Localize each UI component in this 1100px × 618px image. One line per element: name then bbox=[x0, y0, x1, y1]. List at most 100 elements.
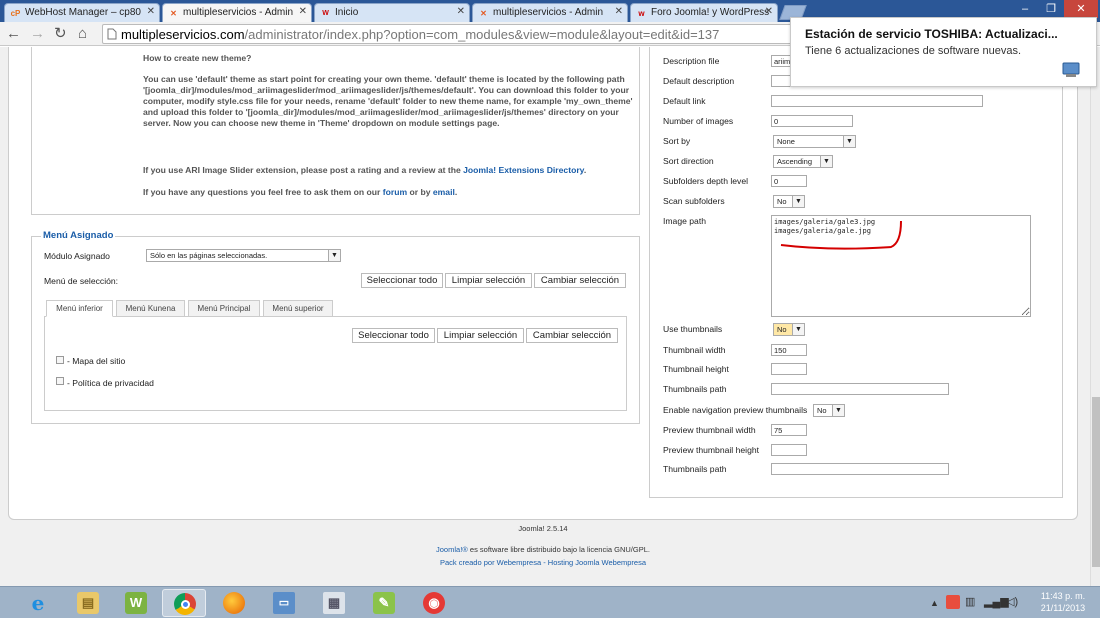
joomla-icon: ✕ bbox=[480, 9, 487, 18]
extensions-directory-link[interactable]: Joomla! Extensions Directory bbox=[463, 165, 584, 175]
tab-multipleservicios-admin-2[interactable]: ✕ multipleservicios - Admin ✕ bbox=[472, 3, 628, 22]
tab-label: Foro Joomla! y WordPress bbox=[651, 7, 770, 18]
taskbar-screenshot-tool[interactable]: ◉ bbox=[412, 589, 456, 617]
tab-foro-joomla[interactable]: w Foro Joomla! y WordPress ✕ bbox=[630, 3, 778, 22]
close-icon[interactable]: ✕ bbox=[765, 6, 773, 17]
use-thumbnails-value: No bbox=[777, 325, 787, 334]
page-content: How to create new theme? You can use 'de… bbox=[0, 47, 1090, 586]
minimize-icon[interactable]: – bbox=[1012, 0, 1038, 18]
joomla-link[interactable]: Joomla!® bbox=[436, 545, 468, 554]
tab-menu-inferior[interactable]: Menú inferior bbox=[46, 300, 113, 317]
volume-icon[interactable]: ◁) bbox=[1006, 595, 1018, 608]
rating-text: If you use ARI Image Slider extension, p… bbox=[143, 165, 464, 175]
close-icon[interactable]: ✕ bbox=[147, 6, 155, 17]
close-icon[interactable]: ✕ bbox=[457, 6, 465, 17]
url-text: multipleservicios.com/administrator/inde… bbox=[121, 27, 719, 42]
taskbar-file-explorer[interactable]: ▤ bbox=[66, 589, 110, 617]
reload-icon[interactable]: ↻ bbox=[54, 24, 67, 44]
url-host: multipleservicios.com bbox=[121, 27, 245, 42]
toshiba-tray-icon[interactable] bbox=[946, 595, 960, 609]
thumbnails-path-2-label: Thumbnails path bbox=[663, 464, 727, 474]
use-thumbnails-label: Use thumbnails bbox=[663, 324, 723, 334]
close-icon[interactable]: ✕ bbox=[615, 6, 623, 17]
signal-icon[interactable]: ▂▄▆ bbox=[984, 595, 1009, 608]
enable-nav-preview-select[interactable]: No ▼ bbox=[813, 404, 845, 417]
thumbnails-path-input[interactable] bbox=[771, 383, 949, 395]
forum-link[interactable]: forum bbox=[383, 187, 407, 197]
tab-multipleservicios-admin-active[interactable]: ✕ multipleservicios - Admin ✕ bbox=[162, 3, 312, 22]
notification-body: Tiene 6 actualizaciones de software nuev… bbox=[805, 45, 1022, 57]
taskbar-firefox[interactable] bbox=[212, 589, 256, 617]
preview-thumb-height-label: Preview thumbnail height bbox=[663, 445, 760, 455]
tab-inicio[interactable]: W Inicio ✕ bbox=[314, 3, 470, 22]
module-assignment-select[interactable]: Sólo en las páginas seleccionadas. ▼ bbox=[146, 249, 341, 262]
forward-arrow-icon[interactable]: → bbox=[30, 24, 45, 44]
sort-by-label: Sort by bbox=[663, 136, 691, 146]
number-of-images-input[interactable]: 0 bbox=[771, 115, 853, 127]
tab-menu-principal[interactable]: Menú Principal bbox=[188, 300, 260, 317]
license-text: es software libre distribuido bajo la li… bbox=[467, 545, 650, 554]
page-scrollbar[interactable] bbox=[1090, 47, 1100, 586]
tab-select-all-button[interactable]: Seleccionar todo bbox=[352, 328, 435, 343]
chevron-down-icon: ▼ bbox=[328, 250, 340, 261]
preview-thumb-height-input[interactable] bbox=[771, 444, 807, 456]
thumbnail-height-input[interactable] bbox=[771, 363, 807, 375]
tab-menu-kunena[interactable]: Menú Kunena bbox=[116, 300, 185, 317]
taskbar-word-app[interactable]: W bbox=[114, 589, 158, 617]
back-arrow-icon[interactable]: ← bbox=[6, 24, 21, 44]
toggle-selection-button[interactable]: Cambiar selección bbox=[534, 273, 626, 288]
menu-item-mapa-del-sitio: - Mapa del sitio bbox=[67, 356, 126, 366]
description-file-label: Description file bbox=[663, 56, 720, 66]
maximize-icon[interactable]: ❐ bbox=[1038, 0, 1064, 18]
subfolders-depth-input[interactable]: 0 bbox=[771, 175, 807, 187]
scan-subfolders-select[interactable]: No ▼ bbox=[773, 195, 805, 208]
chevron-down-icon: ▼ bbox=[792, 324, 804, 335]
toshiba-update-notification[interactable]: Estación de servicio TOSHIBA: Actualizac… bbox=[790, 17, 1097, 87]
tab-label: multipleservicios - Admin bbox=[183, 7, 294, 18]
close-icon[interactable]: ✕ bbox=[299, 6, 307, 17]
rating-text-end: . bbox=[583, 165, 587, 175]
enable-nav-preview-label: Enable navigation preview thumbnails bbox=[663, 405, 808, 415]
address-bar[interactable]: multipleservicios.com/administrator/inde… bbox=[102, 24, 792, 44]
select-all-button[interactable]: Seleccionar todo bbox=[361, 273, 443, 288]
taskbar-notepad-plus[interactable]: ✎ bbox=[362, 589, 406, 617]
cpanel-icon: cP bbox=[10, 9, 21, 18]
scrollbar-thumb[interactable] bbox=[1092, 397, 1100, 567]
network-icon[interactable]: ▥ bbox=[965, 595, 975, 608]
taskbar-calculator[interactable]: ▦ bbox=[312, 589, 356, 617]
email-link[interactable]: email bbox=[433, 187, 455, 197]
help-paragraph-theme: You can use 'default' theme as start poi… bbox=[143, 74, 633, 128]
help-paragraph-questions: If you have any questions you feel free … bbox=[143, 187, 633, 198]
tab-clear-selection-button[interactable]: Limpiar selección bbox=[437, 328, 524, 343]
preview-thumb-width-input[interactable]: 75 bbox=[771, 424, 807, 436]
webempresa-icon: W bbox=[322, 10, 329, 17]
credit-link[interactable]: Pack creado por Webempresa - Hosting Joo… bbox=[8, 558, 1078, 567]
sort-by-select[interactable]: None ▼ bbox=[773, 135, 856, 148]
taskbar-internet-explorer[interactable]: e bbox=[16, 589, 60, 617]
taskbar-chrome[interactable] bbox=[162, 589, 206, 617]
calculator-icon: ▦ bbox=[323, 592, 345, 614]
tab-webhost-manager[interactable]: cP WebHost Manager – cp80 ✕ bbox=[4, 3, 160, 22]
taskbar-time[interactable]: 11:43 p. m. bbox=[1032, 591, 1094, 601]
clear-selection-button[interactable]: Limpiar selección bbox=[445, 273, 532, 288]
default-link-input[interactable] bbox=[771, 95, 983, 107]
sort-direction-select[interactable]: Ascending ▼ bbox=[773, 155, 833, 168]
joomla-version: Joomla! 2.5.14 bbox=[518, 524, 568, 533]
show-hidden-icons-icon[interactable]: ▲ bbox=[930, 598, 939, 608]
thumbnails-path-2-input[interactable] bbox=[771, 463, 949, 475]
thumbnail-height-label: Thumbnail height bbox=[663, 364, 729, 374]
thumbnails-path-label: Thumbnails path bbox=[663, 384, 727, 394]
chevron-down-icon: ▼ bbox=[843, 136, 855, 147]
tab-menu-superior[interactable]: Menú superior bbox=[263, 300, 333, 317]
taskbar-remote-desktop[interactable]: ▭ bbox=[262, 589, 306, 617]
toshiba-service-icon bbox=[1062, 62, 1080, 77]
home-icon[interactable]: ⌂ bbox=[78, 24, 87, 44]
checkbox-politica-de-privacidad[interactable] bbox=[56, 377, 64, 385]
checkbox-mapa-del-sitio[interactable] bbox=[56, 356, 64, 364]
menu-item-politica-de-privacidad: - Política de privacidad bbox=[67, 378, 154, 388]
taskbar-date[interactable]: 21/11/2013 bbox=[1032, 603, 1094, 613]
window-close-icon[interactable]: ✕ bbox=[1064, 0, 1098, 18]
use-thumbnails-select[interactable]: No ▼ bbox=[773, 323, 805, 336]
tab-toggle-selection-button[interactable]: Cambiar selección bbox=[526, 328, 618, 343]
thumbnail-width-input[interactable]: 150 bbox=[771, 344, 807, 356]
